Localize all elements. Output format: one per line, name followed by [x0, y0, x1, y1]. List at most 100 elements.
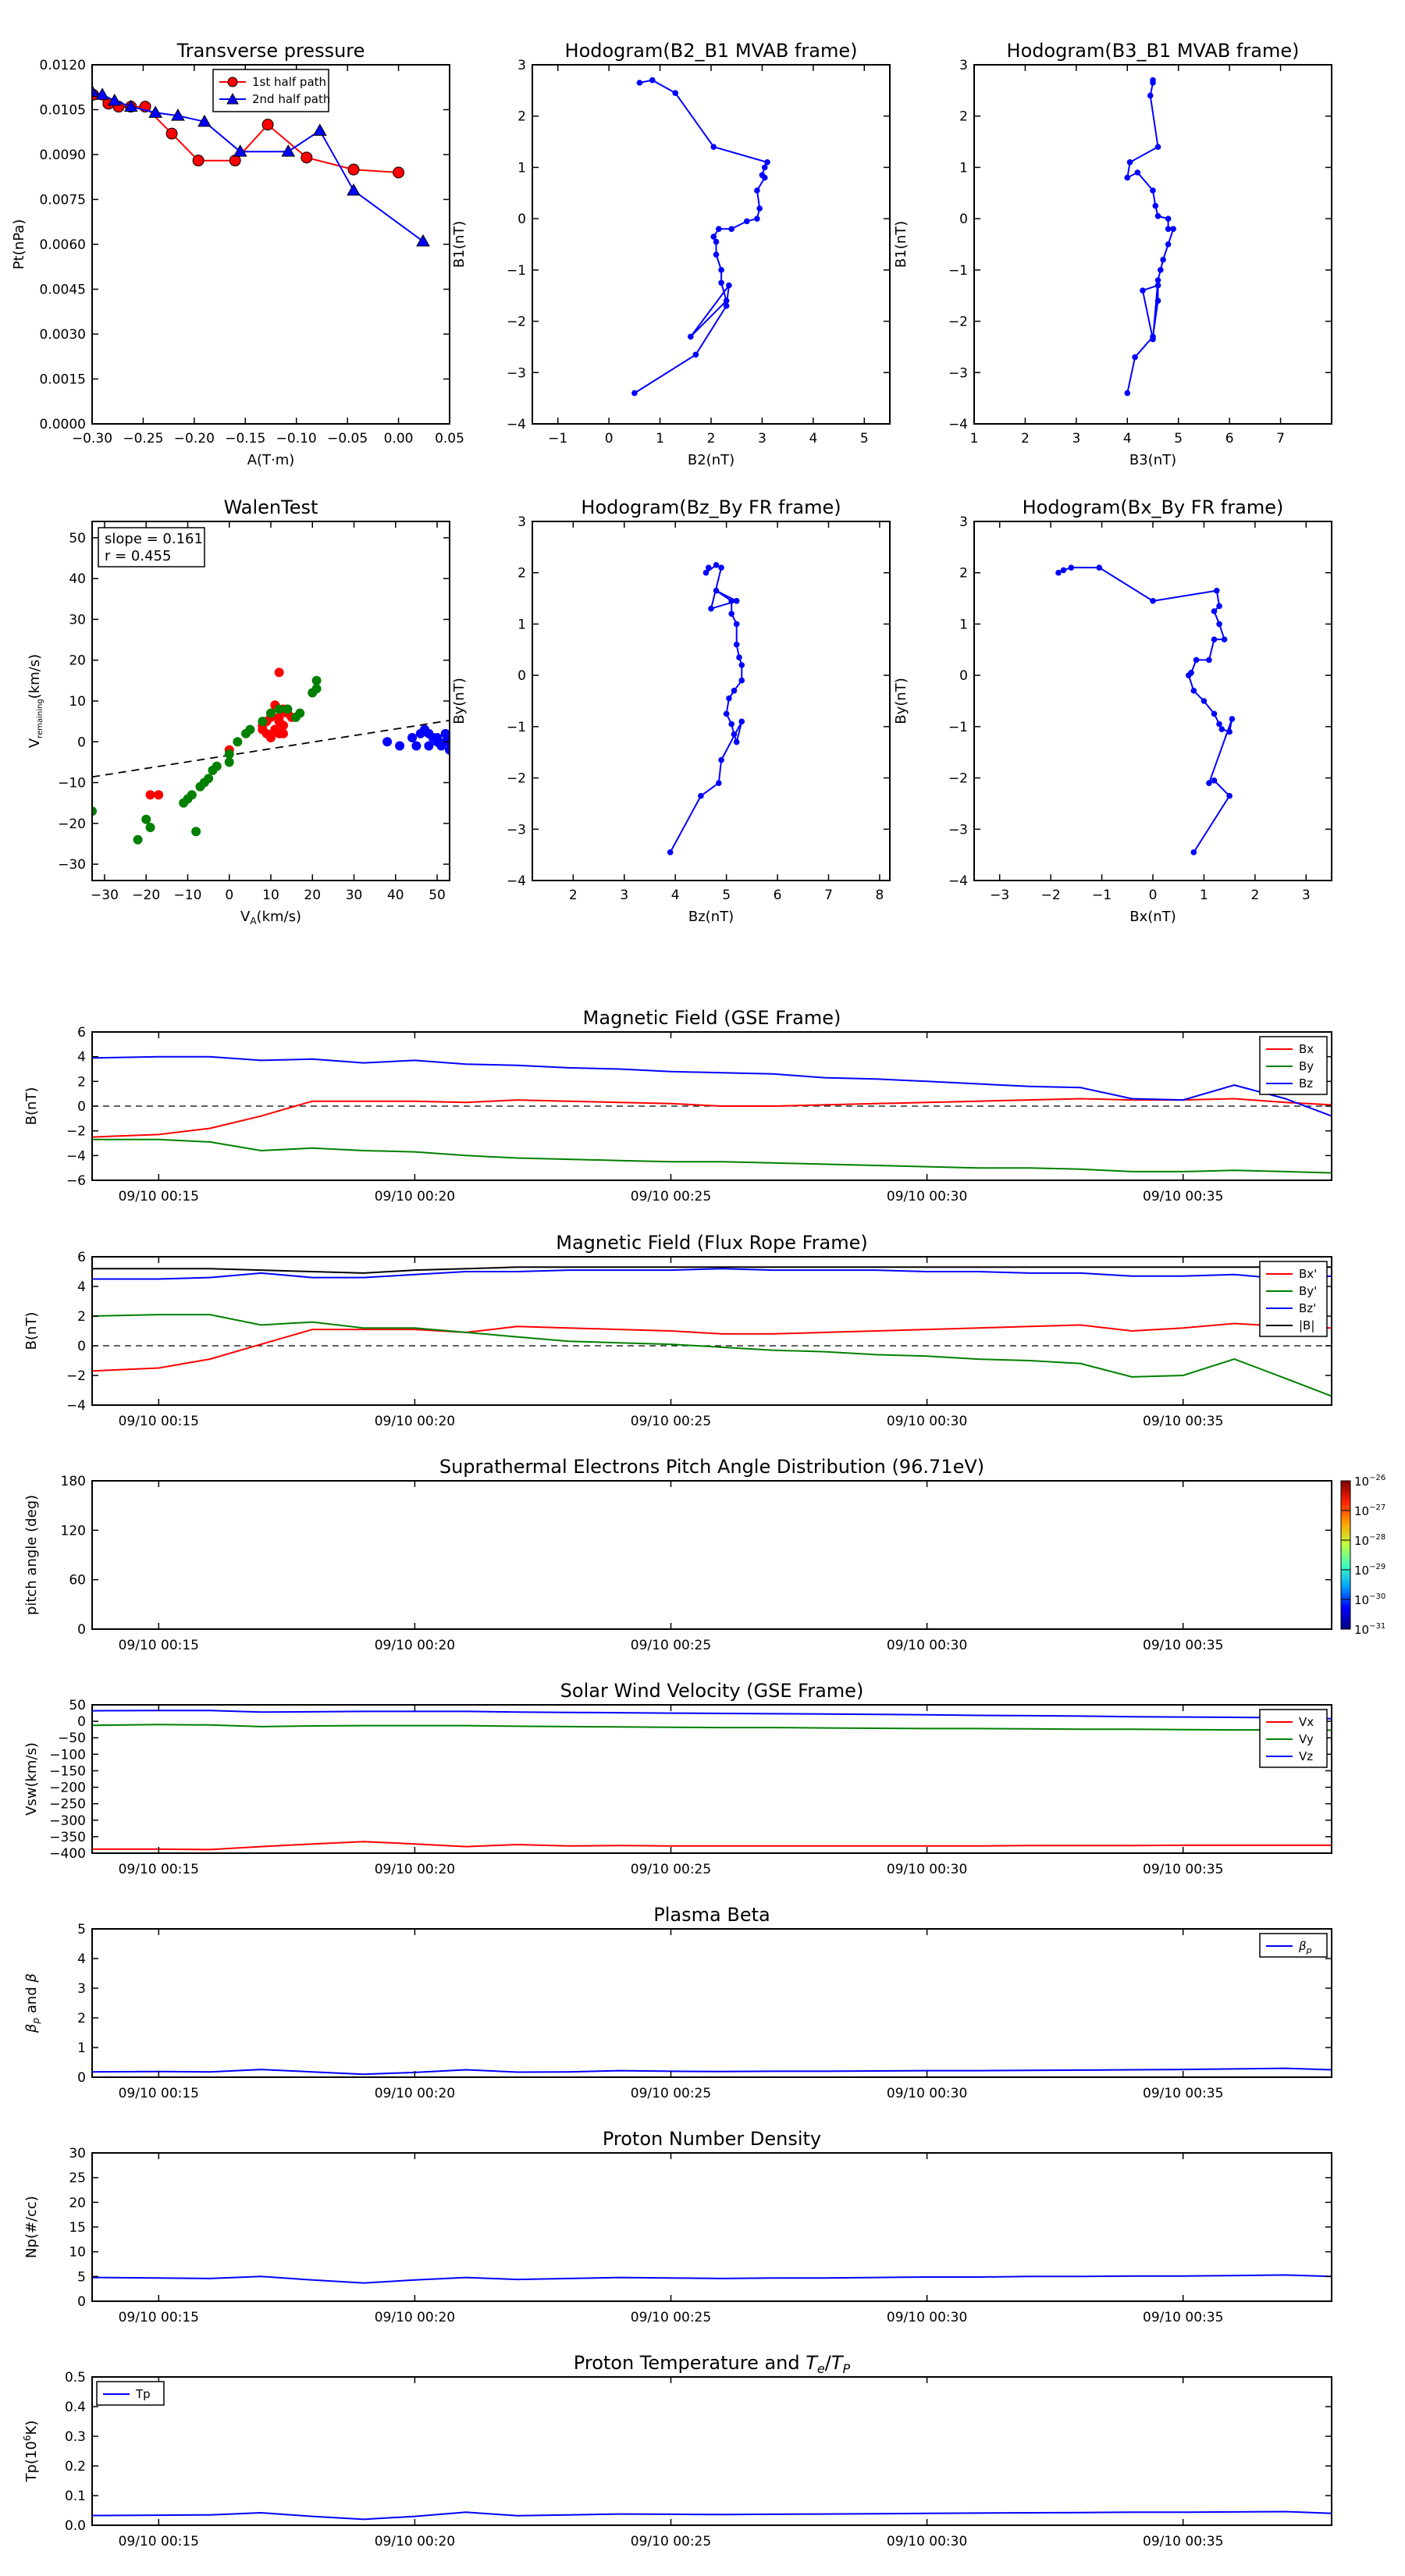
hodogram-b3-b1-ytick-label: 3 [959, 58, 968, 73]
hodogram-b3-b1-ytick-label: −2 [948, 315, 968, 330]
plasma-beta-xtick-label: 09/10 00:20 [375, 2086, 455, 2101]
walen-test-ytick-label: 40 [69, 571, 86, 587]
transverse-pressure-series-1-point [347, 183, 361, 196]
hodogram-b2-b1-xtick-label: 0 [605, 431, 614, 447]
hodogram-bx-by-series-0-point [1226, 792, 1232, 799]
hodogram-b3-b1-xtick-label: 7 [1276, 431, 1285, 447]
walen-test-series-1-point [179, 798, 189, 808]
hodogram-bz-by-series-0-point [731, 731, 738, 738]
magnetic-field-gse-panel: Magnetic Field (GSE Frame) −6 −4 −2 0 2 4 6 09/1… [23, 1007, 1332, 1204]
hodogram-bz-by-series-0-point [738, 677, 745, 684]
hodogram-bx-by-xtick-label: −2 [1041, 888, 1061, 903]
suprathermal-electrons-ytick-label: 180 [61, 1474, 86, 1489]
hodogram-b3-b1-series-0-point [1150, 187, 1156, 194]
proton-temperature-ytick-label: 0.3 [65, 2429, 86, 2445]
hodogram-b3-b1-series-0-point [1165, 215, 1172, 222]
walen-test-xtick-label: −20 [132, 888, 160, 903]
hodogram-b2-b1-series-0-point [754, 187, 760, 194]
hodogram-bz-by-ylabel: By(nT) [451, 678, 468, 724]
walen-test-series-1-point [187, 790, 197, 800]
solar-wind-velocity-ytick-label: 50 [69, 1698, 86, 1713]
hodogram-bx-by-series-0-point [1216, 720, 1222, 728]
walen-test-series-1-point [274, 704, 284, 714]
plasma-beta-xtick-label: 09/10 00:15 [119, 2086, 199, 2101]
walen-test-xtick-label: −10 [174, 888, 202, 903]
transverse-pressure-xtick-label: −0.30 [72, 431, 112, 447]
transverse-pressure-series-0-point [261, 119, 274, 131]
hodogram-b2-b1-series-0-point [688, 333, 694, 340]
hodogram-bx-by-ytick-label: −4 [948, 873, 968, 889]
hodogram-bx-by-series-0-point [1206, 780, 1212, 786]
magnetic-field-fr-ytick-label: 4 [77, 1279, 86, 1295]
magnetic-field-gse-ytick-label: −2 [66, 1124, 86, 1140]
walen-test-ylabel: Vremaining(km/s) [27, 654, 44, 748]
solar-wind-velocity-ytick-label: −250 [49, 1797, 86, 1813]
suprathermal-electrons-xtick-label: 09/10 00:20 [375, 1638, 455, 1653]
transverse-pressure-ytick-label: 0.0075 [40, 193, 86, 208]
plasma-beta-series-0-line [92, 2067, 1332, 2076]
walen-test-ytick-label: 20 [69, 653, 86, 669]
walen-test-annotation: r = 0.455 [105, 548, 171, 564]
hodogram-bx-by-xtick-label: −3 [990, 888, 1009, 903]
walen-test-title: WalenTest [224, 496, 318, 518]
hodogram-b3-b1-series-0-point [1154, 297, 1161, 304]
hodogram-bz-by-series-0-point [705, 564, 712, 571]
walen-test-xtick-label: 30 [346, 888, 363, 903]
proton-number-density-xtick-label: 09/10 00:20 [375, 2310, 455, 2325]
plasma-beta-title: Plasma Beta [653, 1904, 770, 1926]
proton-temperature-ytick-label: 0.0 [65, 2518, 86, 2534]
magnetic-field-gse-plot-area [92, 1055, 1332, 1174]
proton-number-density-xtick-label: 09/10 00:30 [887, 2310, 967, 2325]
transverse-pressure-series-0-point [347, 163, 360, 176]
walen-test-series-1-point [224, 749, 234, 759]
hodogram-bz-by-ytick-label: −4 [507, 873, 526, 889]
transverse-pressure-frame [91, 64, 450, 425]
proton-temperature-panel: Proton Temperature and Te/TP 0.0 0.1 0.2 0.3… [22, 2352, 1332, 2549]
magnetic-field-fr-ytick-label: 2 [77, 1309, 86, 1325]
hodogram-b3-b1-series-0-point [1158, 267, 1164, 273]
plasma-beta-ytick-label: 0 [77, 2070, 86, 2086]
hodogram-bx-by-series-0-point [1206, 656, 1212, 664]
plasma-beta-frame [91, 1928, 1332, 2078]
magnetic-field-gse-legend-label: By [1299, 1059, 1314, 1073]
proton-number-density-plot-area [92, 2274, 1332, 2284]
hodogram-b3-b1-ylabel: B1(nT) [893, 221, 909, 268]
hodogram-bz-by-series-0-point [718, 564, 724, 571]
hodogram-b2-b1-xtick-label: 1 [656, 431, 664, 447]
hodogram-bz-by-series-0-point [728, 610, 735, 617]
solar-wind-velocity-xtick-label: 09/10 00:35 [1143, 1862, 1223, 1877]
suprathermal-electrons-colorbar-label: 10−29 [1354, 1563, 1385, 1578]
hodogram-b2-b1-plot-area [631, 76, 770, 397]
hodogram-bz-by-xtick-label: 5 [722, 888, 731, 903]
hodogram-b2-b1-series-0-point [723, 303, 730, 309]
hodogram-b3-b1-series-0-point [1147, 92, 1154, 99]
walen-test-series-2-point [432, 733, 443, 743]
hodogram-b2-b1-ylabel: B1(nT) [451, 221, 468, 268]
hodogram-b2-b1-series-0-point [764, 159, 770, 165]
hodogram-bx-by-series-0-point [1213, 587, 1220, 594]
hodogram-b2-b1-ytick-label: 2 [518, 109, 526, 125]
hodogram-b3-b1-plot-area [1124, 76, 1176, 397]
proton-number-density-ytick-label: 30 [69, 2146, 86, 2161]
walen-test-annotation: slope = 0.161 [105, 531, 203, 547]
hodogram-b2-b1-series-0-point [672, 90, 678, 96]
hodogram-bz-by-series-0-point [728, 720, 735, 728]
transverse-pressure-series-1-point [312, 123, 327, 136]
magnetic-field-fr-panel: Magnetic Field (Flux Rope Frame) −4 −2 0 2 4 6… [23, 1232, 1332, 1429]
hodogram-bz-by-series-0-point [698, 792, 704, 799]
hodogram-bx-by-series-0-line [1058, 567, 1233, 853]
proton-temperature-xtick-label: 09/10 00:15 [119, 2534, 199, 2549]
walen-test-ytick-label: −20 [58, 817, 86, 832]
hodogram-b3-b1-series-0-point [1154, 282, 1161, 289]
figure: Transverse pressure0.00000.00150.00300.0… [11, 40, 1385, 2549]
hodogram-b3-b1-series-0-point [1150, 336, 1156, 343]
suprathermal-electrons-colorbar [1340, 1480, 1351, 1630]
magnetic-field-gse-xtick-label: 09/10 00:20 [375, 1189, 455, 1204]
hodogram-b3-b1-xtick-label: 3 [1072, 431, 1080, 447]
hodogram-b3-b1-xtick-label: 5 [1174, 431, 1183, 447]
hodogram-b3-b1-series-0-line [1126, 80, 1175, 393]
hodogram-b3-b1-series-0-point [1134, 169, 1141, 176]
transverse-pressure-title: Transverse pressure [176, 40, 365, 62]
magnetic-field-gse-xtick-label: 09/10 00:25 [631, 1189, 711, 1204]
proton-temperature-frame [91, 2376, 1332, 2526]
